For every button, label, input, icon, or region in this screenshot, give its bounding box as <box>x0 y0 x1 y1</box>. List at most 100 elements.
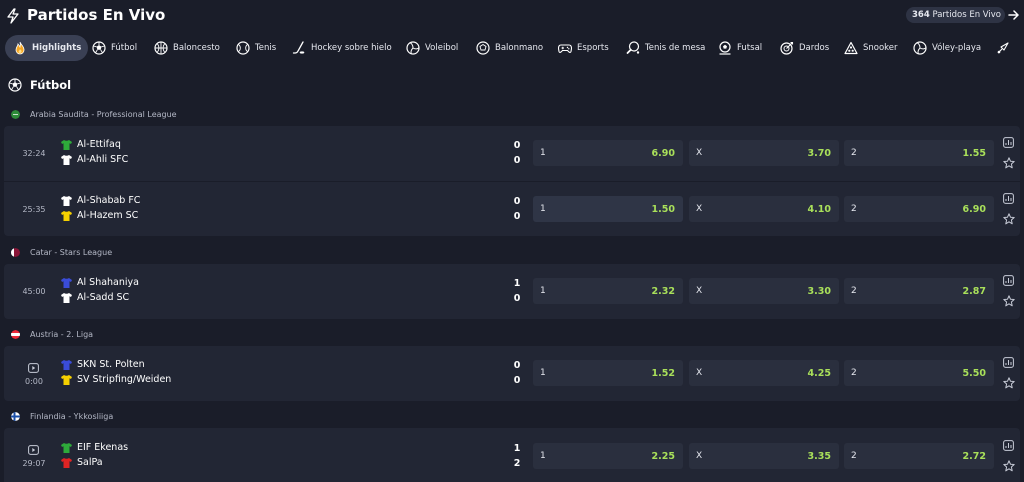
team-name: SalPa <box>77 457 103 468</box>
live-count: 364 <box>912 10 930 20</box>
odd-value: 4.10 <box>807 203 831 215</box>
white-jersey-icon <box>61 154 72 165</box>
odd-button-2[interactable]: 2 2.72 <box>844 443 994 469</box>
away-team: Al-Ahli SFC <box>61 154 128 165</box>
odd-button-1[interactable]: 1 6.90 <box>533 140 683 166</box>
odd-button-x[interactable]: X 4.10 <box>689 196 839 222</box>
page-title: Partidos En Vivo <box>27 6 166 24</box>
league-name: Catar - Stars League <box>30 247 113 257</box>
shuttlecock-icon <box>997 42 1009 54</box>
match-row[interactable]: 32:24 Al-Ettifaq Al-Ahli SFC 0 0 1 6.90 X… <box>4 126 1020 181</box>
sport-tab-label: Baloncesto <box>173 43 220 53</box>
odd-value: 2.87 <box>962 285 986 297</box>
live-stream-icon[interactable] <box>28 445 39 455</box>
sport-tab-snooker[interactable]: Snooker <box>844 35 898 61</box>
league-header[interactable]: Arabia Saudita - Professional League <box>11 108 177 120</box>
sport-tab-dardos[interactable]: Dardos <box>780 35 829 61</box>
stats-icon[interactable] <box>1003 137 1014 148</box>
odd-label: 1 <box>540 368 546 378</box>
white-jersey-icon <box>61 195 72 206</box>
lightning-icon <box>7 8 19 24</box>
sport-tab-futbol[interactable]: Fútbol <box>92 35 137 61</box>
odd-button-x[interactable]: X 4.25 <box>689 360 839 386</box>
hockey-stick-icon <box>292 41 305 54</box>
odd-value: 2.72 <box>962 450 986 462</box>
sport-tab-balonmano[interactable]: Balonmano <box>476 35 543 61</box>
match-row[interactable]: 0:00 SKN St. Polten SV Stripfing/Weiden … <box>4 346 1020 401</box>
sport-tab-label: Vóley-playa <box>932 43 982 53</box>
away-score: 0 <box>513 155 521 166</box>
sport-tab-label: Highlights <box>32 43 82 53</box>
sport-tab-esports[interactable]: Esports <box>558 35 609 61</box>
blue-jersey-icon <box>61 359 72 370</box>
odd-button-x[interactable]: X 3.30 <box>689 278 839 304</box>
sport-tab-voleibol[interactable]: Voleibol <box>406 35 458 61</box>
odd-label: X <box>696 451 703 461</box>
sport-tab-tenis[interactable]: Tenis <box>236 35 276 61</box>
team-name: Al-Shabab FC <box>77 195 141 206</box>
away-score: 2 <box>513 458 521 469</box>
stats-icon[interactable] <box>1003 357 1014 368</box>
favorite-star-icon[interactable] <box>1003 377 1015 389</box>
flame-icon <box>15 41 25 55</box>
away-team: SV Stripfing/Weiden <box>61 374 171 385</box>
team-name: Al-Hazem SC <box>77 210 139 221</box>
sport-tab-label: Voleibol <box>425 43 459 53</box>
odd-button-2[interactable]: 2 1.55 <box>844 140 994 166</box>
stats-icon[interactable] <box>1003 275 1014 286</box>
odd-label: 2 <box>851 368 857 378</box>
odd-value: 4.25 <box>807 367 831 379</box>
tennis-ball-icon <box>236 41 250 55</box>
stats-icon[interactable] <box>1003 193 1014 204</box>
odd-button-1[interactable]: 1 2.32 <box>533 278 683 304</box>
away-score: 0 <box>513 375 521 386</box>
futsal-icon <box>719 41 731 55</box>
team-name: SV Stripfing/Weiden <box>77 374 172 385</box>
match-row[interactable]: 45:00 Al Shahaniya Al-Sadd SC 1 0 1 2.32 … <box>4 264 1020 319</box>
sport-tab-baloncesto[interactable]: Baloncesto <box>154 35 220 61</box>
match-row[interactable]: 29:07 EIF Ekenas SalPa 1 2 1 2.25 X 3.35 2… <box>4 428 1020 482</box>
sport-tab-more[interactable] <box>996 35 1015 61</box>
sport-tab-label: Futsal <box>737 43 763 53</box>
league-header[interactable]: Austria - 2. Liga <box>11 328 93 340</box>
odd-button-x[interactable]: X 3.70 <box>689 140 839 166</box>
odd-label: 2 <box>851 451 857 461</box>
away-team: Al-Sadd SC <box>61 292 129 303</box>
favorite-star-icon[interactable] <box>1003 460 1015 472</box>
league-name: Austria - 2. Liga <box>30 329 94 339</box>
arrow-right-icon[interactable] <box>1008 8 1020 22</box>
favorite-star-icon[interactable] <box>1003 295 1015 307</box>
odd-button-2[interactable]: 2 2.87 <box>844 278 994 304</box>
green-jersey-icon <box>61 139 72 150</box>
sport-tab-hockey[interactable]: Hockey sobre hielo <box>292 35 392 61</box>
odd-value: 3.70 <box>807 147 831 159</box>
green-jersey-icon <box>61 442 72 453</box>
page-header: Partidos En Vivo 364 Partidos En Vivo <box>0 0 1024 32</box>
favorite-star-icon[interactable] <box>1003 157 1015 169</box>
austria-flag-icon <box>11 329 20 339</box>
basketball-icon <box>154 41 168 55</box>
sport-tab-label: Hockey sobre hielo <box>311 43 392 53</box>
sport-tab-highlights[interactable]: Highlights <box>5 35 89 61</box>
away-team: Al-Hazem SC <box>61 210 138 221</box>
sport-tab-tenis-de-mesa[interactable]: Tenis de mesa <box>626 35 705 61</box>
odd-button-1[interactable]: 1 1.52 <box>533 360 683 386</box>
league-header[interactable]: Finlandia - Ykkosliiga <box>11 410 113 422</box>
league-header[interactable]: Catar - Stars League <box>11 246 112 258</box>
odd-button-1[interactable]: 1 2.25 <box>533 443 683 469</box>
live-stream-icon[interactable] <box>28 363 39 373</box>
odd-button-1[interactable]: 1 1.50 <box>533 196 683 222</box>
odd-value: 5.50 <box>962 367 986 379</box>
odd-button-2[interactable]: 2 6.90 <box>844 196 994 222</box>
sport-tab-label: Snooker <box>863 43 898 53</box>
home-team: Al Shahaniya <box>61 277 139 288</box>
sport-tab-futsal[interactable]: Futsal <box>718 35 762 61</box>
odd-button-x[interactable]: X 3.35 <box>689 443 839 469</box>
odd-button-2[interactable]: 2 5.50 <box>844 360 994 386</box>
live-count-badge[interactable]: 364 Partidos En Vivo <box>906 7 1005 23</box>
sport-tab-voley-playa[interactable]: Vóley-playa <box>913 35 981 61</box>
odd-label: X <box>696 204 703 214</box>
match-row[interactable]: 25:35 Al-Shabab FC Al-Hazem SC 0 0 1 1.50… <box>4 181 1020 236</box>
favorite-star-icon[interactable] <box>1003 213 1015 225</box>
stats-icon[interactable] <box>1003 440 1014 451</box>
